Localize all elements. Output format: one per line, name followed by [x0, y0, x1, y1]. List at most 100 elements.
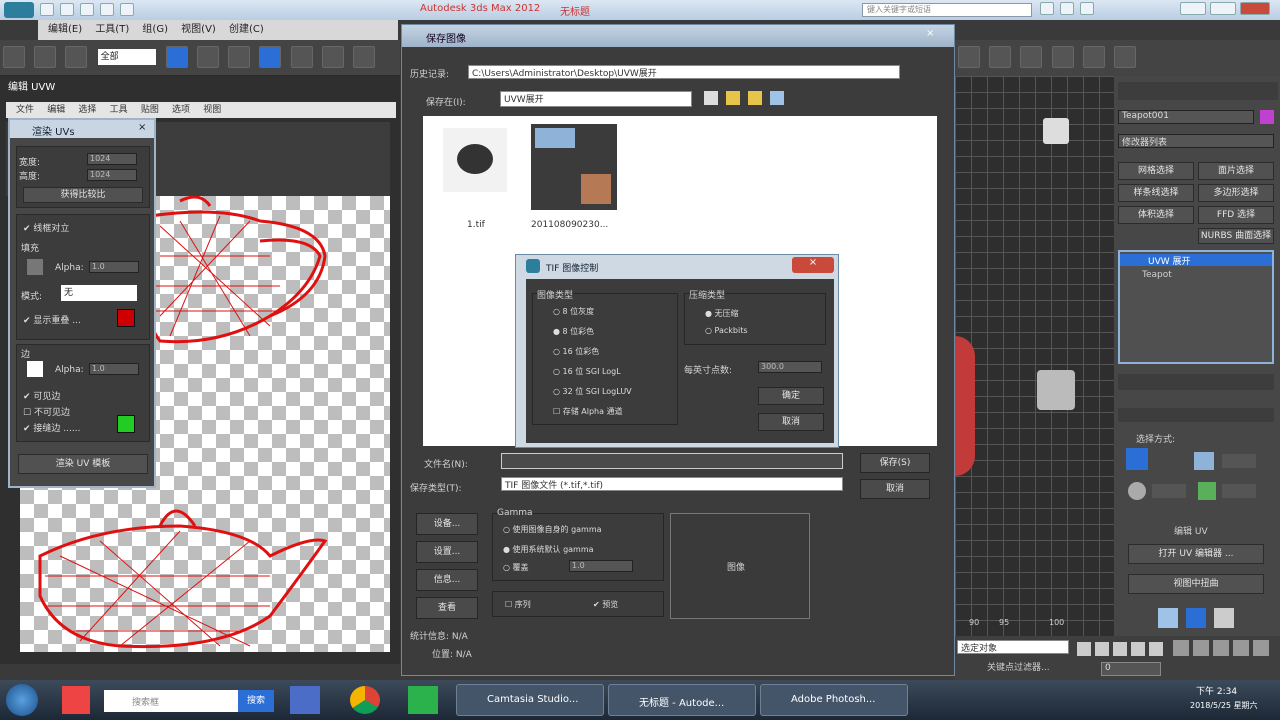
- file-name[interactable]: 1.tif: [467, 220, 485, 230]
- viewcube-icon[interactable]: [1037, 370, 1075, 410]
- zoom-all-icon[interactable]: [1193, 640, 1209, 656]
- undo-icon[interactable]: [100, 3, 114, 16]
- taskbar-item[interactable]: 无标题 - Autode...: [608, 684, 756, 716]
- select-object-icon[interactable]: [165, 46, 188, 68]
- type-radio[interactable]: ○ 32 位 SGI LogLUV: [553, 386, 632, 397]
- seam-color-swatch[interactable]: [117, 415, 135, 433]
- viewcube-icon[interactable]: [1043, 118, 1069, 144]
- help-icon[interactable]: [1080, 2, 1094, 15]
- file-thumb[interactable]: [443, 128, 507, 192]
- file-name[interactable]: 201108090230...: [531, 220, 608, 230]
- close-button[interactable]: ×: [792, 257, 834, 273]
- tweak-icon[interactable]: [1158, 608, 1178, 628]
- invisible-edges-check[interactable]: ☐ 不可见边: [23, 405, 70, 418]
- app-icon[interactable]: [290, 686, 320, 714]
- modifier-button[interactable]: 多边形选择: [1198, 184, 1274, 202]
- close-icon[interactable]: ×: [926, 28, 934, 39]
- open-icon[interactable]: [60, 3, 74, 16]
- menu-item[interactable]: 编辑(E): [48, 24, 82, 35]
- selection-filter-select[interactable]: 全部: [97, 49, 156, 65]
- type-radio[interactable]: ○ 8 位灰度: [553, 306, 594, 317]
- window-crossing-icon[interactable]: [259, 46, 282, 68]
- width-spinner[interactable]: 1024: [87, 153, 137, 165]
- open-uv-editor-button[interactable]: 打开 UV 编辑器 ...: [1128, 544, 1264, 564]
- up-folder-icon[interactable]: [726, 91, 740, 105]
- taskbar-search-button[interactable]: 搜索: [238, 690, 274, 712]
- preview-check[interactable]: ✔ 预览: [593, 599, 618, 610]
- type-radio[interactable]: ○ 16 位 SGI LogL: [553, 366, 621, 377]
- binoculars-icon[interactable]: [1040, 2, 1054, 15]
- height-spinner[interactable]: 1024: [87, 169, 137, 181]
- render-setup-icon[interactable]: [1051, 46, 1074, 68]
- select-by-name-icon[interactable]: [196, 46, 219, 68]
- save-button[interactable]: 保存(S): [860, 453, 930, 473]
- cancel-button[interactable]: 取消: [758, 413, 824, 431]
- app-logo-icon[interactable]: [4, 2, 34, 18]
- selection-spinner[interactable]: [1222, 454, 1256, 468]
- view-menu-icon[interactable]: [770, 91, 784, 105]
- info-button[interactable]: 信息...: [416, 569, 478, 591]
- edge-alpha-check[interactable]: ✔ 线框对立: [23, 221, 69, 234]
- stack-item-teapot[interactable]: Teapot: [1142, 270, 1172, 280]
- frame-spinner[interactable]: 0: [1101, 662, 1161, 676]
- star-icon[interactable]: [1060, 2, 1074, 15]
- rotate-icon[interactable]: [321, 46, 344, 68]
- filename-input[interactable]: [501, 453, 843, 469]
- pan-icon[interactable]: [1233, 640, 1249, 656]
- render-uv-template-button[interactable]: 渲染 UV 模板: [18, 454, 148, 474]
- zoom-icon[interactable]: [1173, 640, 1189, 656]
- menu-item[interactable]: 编辑: [47, 105, 65, 115]
- chrome-icon[interactable]: [350, 686, 380, 714]
- material-editor-icon[interactable]: [1020, 46, 1043, 68]
- uv-ratio-button[interactable]: 获得比较比: [23, 187, 143, 203]
- new-folder-icon[interactable]: [748, 91, 762, 105]
- pin-icon[interactable]: [1186, 608, 1206, 628]
- new-icon[interactable]: [40, 3, 54, 16]
- menu-item[interactable]: 创建(C): [229, 24, 264, 35]
- minimize-button[interactable]: [1180, 2, 1206, 15]
- prev-frame-icon[interactable]: [1095, 642, 1109, 656]
- app-icon[interactable]: [62, 686, 90, 714]
- key-filters-button[interactable]: 关键点过滤器...: [957, 660, 1050, 673]
- taskbar-item[interactable]: Camtasia Studio...: [456, 684, 604, 716]
- modifier-button[interactable]: 网格选择: [1118, 162, 1194, 180]
- start-button[interactable]: [6, 684, 38, 716]
- save-icon[interactable]: [80, 3, 94, 16]
- modifier-list-select[interactable]: 修改器列表: [1118, 134, 1274, 148]
- teapot-mesh[interactable]: [955, 336, 975, 476]
- modifier-button[interactable]: FFD 选择: [1198, 206, 1274, 224]
- menu-item[interactable]: 文件: [16, 105, 34, 115]
- menu-item[interactable]: 选项: [172, 105, 190, 115]
- filetype-select[interactable]: TIF 图像文件 (*.tif,*.tif): [501, 477, 843, 491]
- loop-select-icon[interactable]: [1198, 482, 1216, 500]
- close-button[interactable]: [1240, 2, 1270, 15]
- fill-color-swatch[interactable]: [27, 259, 43, 275]
- taskbar-search-input[interactable]: 搜索框: [104, 690, 238, 712]
- back-icon[interactable]: [704, 91, 718, 105]
- taskbar-item[interactable]: Adobe Photosh...: [760, 684, 908, 716]
- zoom-extents-icon[interactable]: [1213, 640, 1229, 656]
- file-thumb[interactable]: [531, 124, 617, 210]
- unlink-icon[interactable]: [34, 46, 57, 68]
- redo-icon[interactable]: [120, 3, 134, 16]
- perspective-viewport[interactable]: [955, 76, 1114, 636]
- modifier-button[interactable]: 样条线选择: [1118, 184, 1194, 202]
- bind-icon[interactable]: [65, 46, 88, 68]
- menu-item[interactable]: 组(G): [142, 24, 168, 35]
- edge-color-swatch[interactable]: [27, 361, 43, 377]
- grow-spinner[interactable]: [1152, 484, 1186, 498]
- goto-end-icon[interactable]: [1149, 642, 1163, 656]
- view-align-button[interactable]: 视图中扭曲: [1128, 574, 1264, 594]
- overlap-color-swatch[interactable]: [117, 309, 135, 327]
- object-color-swatch[interactable]: [1260, 110, 1274, 124]
- render-icon[interactable]: [1113, 46, 1136, 68]
- savein-select[interactable]: UVW展开: [500, 91, 692, 107]
- menu-item[interactable]: 贴图: [141, 105, 159, 115]
- sequence-check[interactable]: ☐ 序列: [505, 599, 531, 610]
- menu-item[interactable]: 工具(T): [95, 24, 129, 35]
- curve-editor-icon[interactable]: [958, 46, 980, 68]
- cancel-button[interactable]: 取消: [860, 479, 930, 499]
- visible-edges-check[interactable]: ✔ 可见边: [23, 389, 60, 402]
- gamma-system-radio[interactable]: ● 使用系统默认 gamma: [503, 544, 594, 555]
- gamma-override-radio[interactable]: ○ 覆盖: [503, 562, 529, 573]
